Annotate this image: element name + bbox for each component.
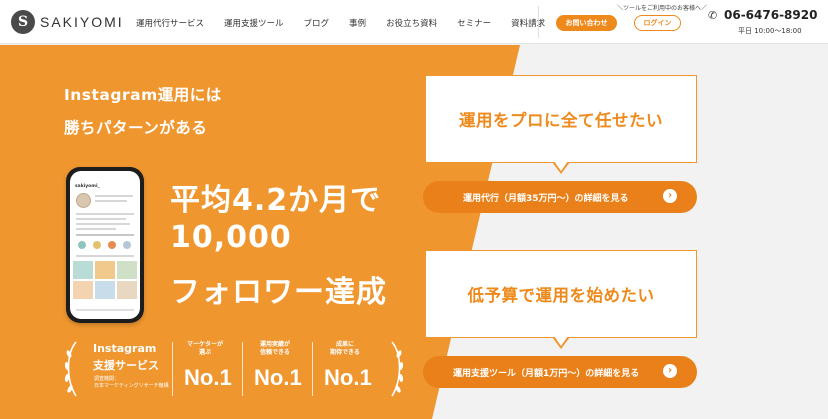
bubble-tail xyxy=(554,336,568,346)
awards-divider xyxy=(312,342,313,396)
site-header: S SAKIYOMI 運用代行サービス 運用支援ツール ブログ 事例 お役立ち資… xyxy=(0,0,828,44)
awards-title-line2: 支援サービス xyxy=(93,359,159,372)
nav-item-support-tool[interactable]: 運用支援ツール xyxy=(224,17,284,29)
login-button[interactable]: ログイン xyxy=(634,15,681,31)
logo-text: SAKIYOMI xyxy=(40,14,124,30)
speech-bubble-full-service: 運用をプロに全て任せたい xyxy=(425,75,697,163)
phone-icon: ✆ xyxy=(708,9,718,22)
hero-subtitle-line1: Instagram運用には xyxy=(64,86,222,104)
award-1-caption: マーケターが 選ぶ xyxy=(186,341,223,356)
award-2-caption: 運用実績が 信頼できる xyxy=(259,341,290,356)
profile-name: sakiyomi_ xyxy=(75,184,100,189)
logo[interactable]: S SAKIYOMI xyxy=(11,10,124,34)
awards-source-line2: 日本マーケティングリサーチ機構 xyxy=(94,383,169,389)
support-tool-cta-button[interactable]: 運用支援ツール（月額1万円〜）の詳細を見る › xyxy=(423,356,697,388)
instagram-profile-screen: sakiyomi_ xyxy=(70,171,140,319)
phone-number[interactable]: 06-6476-8920 xyxy=(724,8,817,22)
laurel-left-icon xyxy=(64,341,77,397)
awards-divider xyxy=(242,342,243,396)
speech-bubble-low-budget: 低予算で運用を始めたい xyxy=(425,250,697,338)
awards-title-line1: Instagram xyxy=(93,342,157,355)
bubble-tail xyxy=(554,161,568,171)
hero-headline-line2: 10,000 xyxy=(170,220,292,255)
award-3-rank: No.1 xyxy=(324,365,372,390)
nav-item-resources[interactable]: お役立ち資料 xyxy=(386,17,437,29)
awards-block: Instagram 支援サービス 調査機関： 日本マーケティングリサーチ機構 マ… xyxy=(64,338,404,402)
hero-headline-line3: フォロワー達成 xyxy=(170,275,387,310)
phone-mockup: sakiyomi_ xyxy=(66,167,144,323)
nav-item-cases[interactable]: 事例 xyxy=(349,17,366,29)
operation-service-cta-button[interactable]: 運用代行（月額35万円〜）の詳細を見る › xyxy=(423,181,697,213)
logo-mark-icon: S xyxy=(11,10,35,34)
hero-subtitle-line2: 勝ちパターンがある xyxy=(64,119,208,137)
nav-item-seminar[interactable]: セミナー xyxy=(457,17,491,29)
nav-item-blog[interactable]: ブログ xyxy=(304,17,330,29)
cta-label: 運用支援ツール（月額1万円〜）の詳細を見る xyxy=(453,368,640,379)
header-divider xyxy=(538,6,539,38)
arrow-right-icon: › xyxy=(663,364,677,378)
contact-button[interactable]: お問い合わせ xyxy=(556,15,617,31)
cta-label: 運用代行（月額35万円〜）の詳細を見る xyxy=(463,193,629,204)
nav-item-operation-service[interactable]: 運用代行サービス xyxy=(136,17,204,29)
laurel-right-icon xyxy=(391,341,404,397)
profile-avatar xyxy=(76,193,91,208)
nav-item-document-request[interactable]: 資料請求 xyxy=(511,17,545,29)
award-3-caption: 成果に 期待できる xyxy=(330,341,360,356)
tool-user-hint[interactable]: ＼ツールをご利用中のお客様へ／ xyxy=(617,3,707,12)
award-2-rank: No.1 xyxy=(254,365,302,390)
main-nav: 運用代行サービス 運用支援ツール ブログ 事例 お役立ち資料 セミナー 資料請求 xyxy=(136,17,565,29)
award-1-rank: No.1 xyxy=(184,365,232,390)
awards-divider xyxy=(172,342,173,396)
arrow-right-icon: › xyxy=(663,189,677,203)
hero-headline-line1: 平均4.2か月で xyxy=(170,183,382,218)
business-hours: 平日 10:00〜18:00 xyxy=(738,27,802,35)
awards-source-line1: 調査機関： xyxy=(94,376,120,382)
hero-section: Instagram運用には 勝ちパターンがある 平均4.2か月で 10,000 … xyxy=(0,45,828,419)
